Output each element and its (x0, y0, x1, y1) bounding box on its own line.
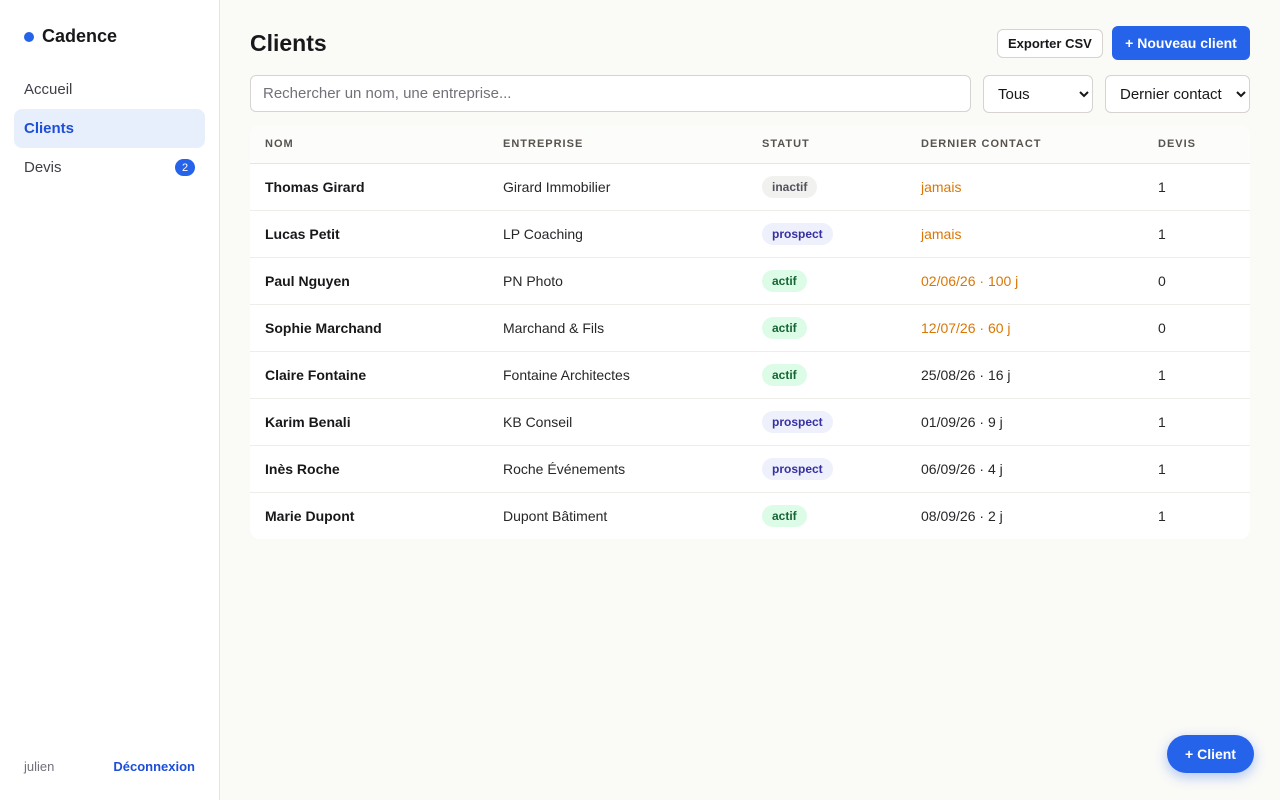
client-name: Lucas Petit (250, 210, 488, 258)
column-header-devis[interactable]: DEVIS (1143, 125, 1250, 164)
client-status-cell: actif (747, 304, 906, 352)
sidebar-item-devis[interactable]: Devis 2 (14, 148, 205, 187)
client-status-cell: inactif (747, 163, 906, 211)
client-last-contact: 25/08/26 · 16 j (906, 351, 1143, 399)
sidebar-item-label: Accueil (24, 81, 73, 98)
logout-link[interactable]: Déconnexion (113, 759, 195, 774)
client-company: Girard Immobilier (488, 163, 747, 211)
sidebar-item-accueil[interactable]: Accueil (14, 70, 205, 109)
client-name: Sophie Marchand (250, 304, 488, 352)
client-name: Inès Roche (250, 445, 488, 493)
search-input[interactable] (250, 75, 971, 112)
table-row[interactable]: Marie Dupont Dupont Bâtiment actif 08/09/26… (250, 492, 1250, 539)
client-last-contact: 02/06/26 · 100 j (906, 257, 1143, 305)
table-row[interactable]: Karim Benali KB Conseil prospect 01/09/26 ·… (250, 398, 1250, 446)
status-badge: prospect (762, 457, 833, 480)
brand-dot-icon (24, 31, 34, 42)
client-last-contact: 01/09/26 · 9 j (906, 398, 1143, 446)
client-name: Paul Nguyen (250, 257, 488, 305)
client-quote-count: 1 (1143, 351, 1250, 399)
client-company: LP Coaching (488, 210, 747, 258)
table-row[interactable]: Claire Fontaine Fontaine Architectes actif… (250, 351, 1250, 399)
table-row[interactable]: Sophie Marchand Marchand & Fils actif 12/07… (250, 304, 1250, 352)
table-body: Thomas Girard Girard Immobilier inactif jam… (250, 163, 1250, 539)
sidebar-footer: julien Déconnexion (24, 759, 195, 774)
client-name: Marie Dupont (265, 507, 355, 524)
client-quote-count: 1 (1158, 507, 1166, 524)
new-client-button[interactable]: + Nouveau client (1112, 26, 1250, 60)
client-status-cell: actif (747, 492, 906, 539)
client-quote-count: 1 (1143, 163, 1250, 211)
client-name: Thomas Girard (250, 163, 488, 211)
clients-table: NOM ENTREPRISE STATUT DERNIER CONTACT DE… (250, 125, 1250, 539)
sidebar-item-label: Devis (24, 159, 62, 176)
brand: Cadence (24, 26, 117, 47)
client-company: Roche Événements (488, 445, 747, 493)
status-filter-select[interactable]: Tous (983, 75, 1093, 113)
sort-select[interactable]: Dernier contact (1105, 75, 1250, 113)
client-last-contact: jamais (906, 210, 1143, 258)
client-quote-count: 1 (1143, 445, 1250, 493)
table-row[interactable]: Lucas Petit LP Coaching prospect jamais 1 (250, 210, 1250, 258)
table-header-row: NOM ENTREPRISE STATUT DERNIER CONTACT DE… (250, 125, 1250, 164)
client-status-cell: actif (747, 351, 906, 399)
client-company: Fontaine Architectes (488, 351, 747, 399)
status-badge: actif (762, 269, 807, 292)
status-badge: prospect (762, 410, 833, 433)
table-row[interactable]: Paul Nguyen PN Photo actif 02/06/26 · 100 j… (250, 257, 1250, 305)
column-header-nom[interactable]: NOM (250, 125, 488, 164)
client-company: KB Conseil (488, 398, 747, 446)
status-badge: actif (762, 316, 807, 339)
sidebar-nav: Accueil Clients Devis 2 (14, 70, 205, 187)
client-quote-count: 0 (1143, 304, 1250, 352)
client-status-cell: actif (747, 257, 906, 305)
add-client-fab-button[interactable]: + Client (1167, 735, 1254, 773)
client-company: Dupont Bâtiment (503, 507, 608, 524)
sidebar-item-label: Clients (24, 120, 75, 137)
client-last-contact: 12/07/26 · 60 j (906, 304, 1143, 352)
client-name: Claire Fontaine (250, 351, 488, 399)
client-status-cell: prospect (747, 398, 906, 446)
client-last-contact: jamais (906, 163, 1143, 211)
column-header-entreprise[interactable]: ENTREPRISE (488, 125, 747, 164)
column-header-dernier-contact[interactable]: DERNIER CONTACT (906, 125, 1143, 164)
user-name: julien (24, 759, 55, 774)
app-name: Cadence (42, 26, 118, 46)
table-row[interactable]: Inès Roche Roche Événements prospect 06/09/… (250, 445, 1250, 493)
client-quote-count: 0 (1143, 257, 1250, 305)
export-csv-button[interactable]: Exporter CSV (997, 29, 1103, 58)
sidebar: Cadence Accueil Clients Devis 2 julien D… (0, 0, 220, 800)
page-title: Clients (250, 30, 327, 56)
client-quote-count: 1 (1143, 398, 1250, 446)
client-last-contact: 08/09/26 · 2 j (921, 507, 1003, 524)
status-badge: inactif (762, 175, 818, 198)
status-badge: actif (762, 363, 807, 386)
client-quote-count: 1 (1143, 210, 1250, 258)
status-badge: actif (762, 504, 807, 527)
column-header-statut[interactable]: STATUT (747, 125, 906, 164)
table-row[interactable]: Thomas Girard Girard Immobilier inactif jam… (250, 163, 1250, 211)
client-company: PN Photo (488, 257, 747, 305)
client-status-cell: prospect (747, 210, 906, 258)
status-badge: prospect (762, 222, 833, 245)
client-company: Marchand & Fils (488, 304, 747, 352)
client-name: Karim Benali (250, 398, 488, 446)
sidebar-item-clients[interactable]: Clients (14, 109, 205, 148)
devis-count-badge: 2 (175, 159, 195, 176)
client-last-contact: 06/09/26 · 4 j (906, 445, 1143, 493)
client-status-cell: prospect (747, 445, 906, 493)
